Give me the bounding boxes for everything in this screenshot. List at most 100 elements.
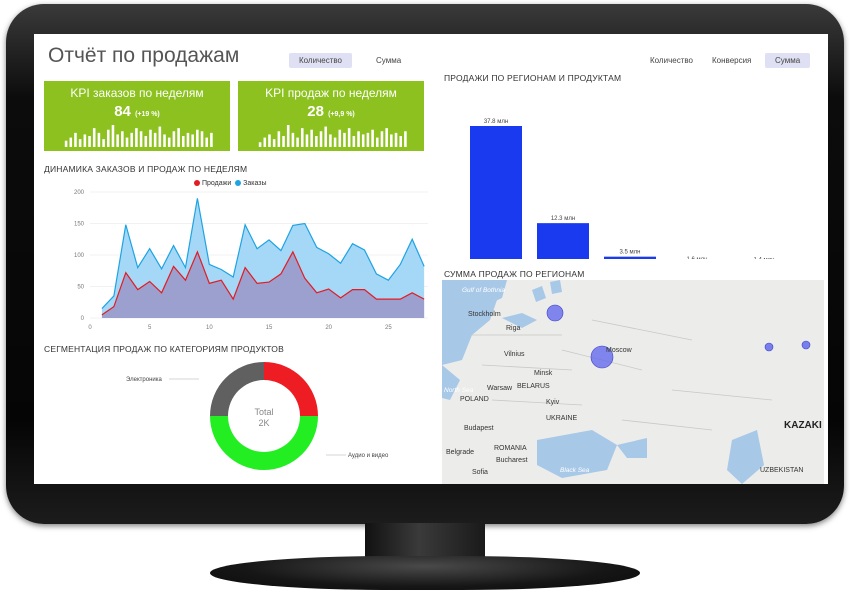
kpi-bar: [291, 132, 295, 147]
dashboard-screen: Отчёт по продажам Количество Сумма Колич…: [34, 34, 828, 484]
kpi-bar: [282, 136, 285, 147]
map-label: Stockholm: [468, 311, 501, 318]
sales-map[interactable]: Gulf of Bothnia Stockholm Riga Moscow Vi…: [442, 280, 824, 484]
map-label: Bucharest: [496, 457, 528, 464]
kpi-bar: [139, 131, 143, 147]
kpi-bar: [97, 132, 101, 147]
map-label: Kyiv: [546, 399, 560, 406]
y-tick-label: 150: [74, 222, 85, 228]
kpi-bar: [385, 128, 388, 147]
kpi-bar: [149, 129, 152, 147]
x-tick-label: 5: [148, 325, 152, 331]
kpi-bar: [352, 136, 356, 147]
kpi-bar: [263, 137, 267, 147]
map-label: Budapest: [464, 425, 494, 432]
kpi-bar: [333, 137, 337, 147]
toggle-sum-left[interactable]: Сумма: [366, 53, 411, 68]
kpi-bar: [380, 131, 384, 147]
map-label: UZBEKISTAN: [760, 467, 803, 474]
kpi-bar: [272, 139, 276, 147]
kpi-bar: [135, 128, 138, 147]
monitor-frame: Отчёт по продажам Количество Сумма Колич…: [6, 4, 844, 524]
map-canvas: Gulf of Bothnia Stockholm Riga Moscow Vi…: [442, 280, 824, 484]
toggle-conversion-right[interactable]: Конверсия: [702, 53, 761, 68]
map-label: Moscow: [606, 347, 633, 354]
regions-title: ПРОДАЖИ ПО РЕГИОНАМ И ПРОДУКТАМ: [444, 73, 622, 83]
kpi-bar: [64, 140, 68, 147]
donut-category-label: Электроника: [126, 377, 162, 383]
monitor-base: [210, 556, 640, 590]
donut-center-label: Total: [254, 407, 273, 417]
x-tick-label: 20: [325, 325, 332, 331]
kpi-bar: [371, 129, 374, 147]
map-label: Gulf of Bothnia: [462, 287, 505, 294]
segmentation-title: СЕГМЕНТАЦИЯ ПРОДАЖ ПО КАТЕГОРИЯМ ПРОДУКТ…: [44, 344, 284, 354]
dynamics-title: ДИНАМИКА ЗАКАЗОВ И ПРОДАЖ ПО НЕДЕЛЯМ: [44, 164, 248, 174]
toggle-count-right[interactable]: Количество: [640, 53, 703, 68]
region-bar: [537, 223, 589, 259]
region-bar: [470, 126, 522, 259]
kpi-bar: [172, 131, 176, 147]
kpi-bar: [338, 129, 342, 147]
kpi-bar: [121, 131, 124, 147]
kpi-bar: [88, 136, 91, 147]
map-label: Sofia: [472, 469, 488, 476]
y-tick-label: 200: [74, 190, 85, 196]
map-label: Vilnius: [504, 351, 525, 358]
kpi-bar: [258, 142, 262, 147]
bar-value-label: 3.5 млн: [620, 250, 641, 256]
kpi-bar: [404, 131, 407, 147]
bubble-ekaterinburg[interactable]: [764, 342, 774, 352]
kpi-bar: [186, 132, 190, 147]
map-label: Black Sea: [560, 467, 590, 474]
segmentation-donut-chart: Total2KЭлектроникаАудио и видеоБытовая т…: [126, 362, 389, 470]
kpi-bar: [200, 131, 204, 147]
kpi-bar: [310, 129, 313, 147]
kpi-bar: [315, 136, 318, 147]
kpi-bar: [177, 128, 180, 147]
kpi-bar: [286, 125, 290, 147]
kpi-bar: [329, 134, 332, 147]
bar-value-label: 1.4 млн: [754, 258, 775, 259]
kpi-bar: [102, 139, 105, 147]
kpi-bar: [106, 129, 110, 147]
kpi-bar: [361, 134, 365, 147]
kpi-bar: [167, 137, 171, 147]
dynamics-area-chart: 0 50 100 150 200 0 5 10 15 20 25: [74, 190, 428, 331]
kpi-bar: [210, 132, 213, 147]
kpi-bar: [205, 137, 209, 147]
toggle-count-left[interactable]: Количество: [289, 53, 352, 68]
y-tick-label: 100: [74, 253, 85, 259]
donut-category-label: Аудио и видео: [348, 453, 389, 459]
kpi-value: 84 (+19 %): [114, 103, 160, 120]
x-tick-label: 10: [206, 325, 213, 331]
kpi-title: KPI продаж по неделям: [265, 86, 397, 100]
kpi-bar: [399, 136, 403, 147]
x-tick-label: 15: [266, 325, 273, 331]
kpi-bar: [144, 136, 148, 147]
map-label: BELARUS: [517, 383, 550, 390]
kpi-card-sales: KPI продаж по неделям 28 (+9,9 %): [238, 81, 424, 151]
kpi-bar: [163, 134, 166, 147]
bubble-tyumen[interactable]: [801, 340, 811, 350]
kpi-bar: [83, 134, 87, 147]
kpi-bar: [343, 132, 346, 147]
kpi-title: KPI заказов по неделям: [70, 86, 204, 100]
lake-onega: [550, 280, 562, 294]
kpi-bar: [92, 128, 96, 147]
kpi-bar: [125, 137, 129, 147]
kpi-value: 28 (+9,9 %): [307, 103, 355, 120]
toggle-sum-right[interactable]: Сумма: [765, 53, 811, 68]
y-tick-label: 50: [77, 285, 84, 291]
kpi-bar: [116, 134, 119, 147]
kpi-bar: [69, 137, 73, 147]
page-title: Отчёт по продажам: [48, 44, 240, 67]
region-bar: [604, 256, 656, 259]
map-label: ROMANIA: [494, 445, 527, 452]
kpi-bar: [394, 132, 398, 147]
kpi-bar: [191, 134, 194, 147]
bubble-spb[interactable]: [546, 304, 564, 322]
bar-value-label: 37.8 млн: [484, 119, 508, 125]
donut-center-value: 2K: [258, 418, 269, 428]
kpi-bar: [181, 136, 185, 147]
